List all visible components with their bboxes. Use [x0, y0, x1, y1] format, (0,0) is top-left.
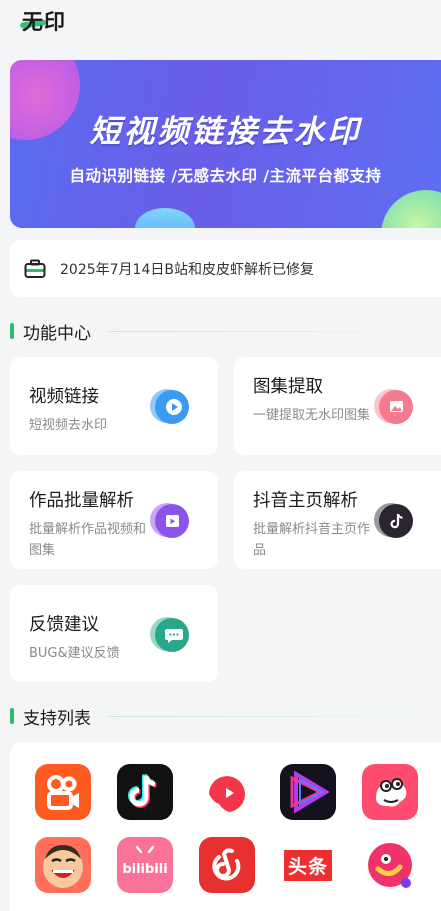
zuiyou-icon[interactable] [35, 837, 91, 893]
section-header-features: 功能中心 [10, 320, 429, 344]
card-desc: BUG&建议反馈 [29, 646, 120, 661]
card-desc: 批量解析作品视频和图集 [29, 522, 147, 558]
pipigaoxiao-icon[interactable] [362, 837, 418, 893]
section-title: 支持列表 [23, 708, 91, 729]
netease-music-icon[interactable] [199, 837, 255, 893]
hero-banner[interactable]: 短视频链接去水印 自动识别链接 /无感去水印 /主流平台都支持 [10, 60, 441, 228]
feature-card-video-link[interactable]: 视频链接 短视频去水印 [10, 357, 218, 455]
section-divider [109, 330, 429, 332]
toutiao-icon[interactable]: 头条 [280, 837, 336, 893]
weishi-icon[interactable] [199, 764, 255, 820]
platform-grid: bilibili 头条 [10, 742, 441, 911]
section-accent [10, 323, 14, 339]
image-icon [374, 389, 413, 424]
card-title: 图集提取 [253, 377, 323, 397]
douyin-icon[interactable] [117, 764, 173, 820]
card-desc: 短视频去水印 [29, 418, 108, 433]
toutiao-label: 头条 [283, 849, 332, 881]
card-title: 反馈建议 [29, 615, 99, 635]
video-folder-icon [150, 503, 189, 538]
douyin-icon [374, 503, 413, 538]
card-title: 视频链接 [29, 387, 99, 407]
haokan-icon[interactable] [280, 764, 336, 820]
card-title: 抖音主页解析 [253, 491, 358, 511]
section-header-support: 支持列表 [10, 705, 429, 729]
kuaishou-icon[interactable] [35, 764, 91, 820]
card-desc: 批量解析抖音主页作品 [253, 522, 371, 558]
feature-card-douyin-home[interactable]: 抖音主页解析 批量解析抖音主页作品 [234, 471, 441, 569]
section-divider [109, 715, 429, 717]
card-desc: 一键提取无水印图集 [253, 408, 371, 423]
play-icon [150, 389, 189, 424]
feature-card-gallery[interactable]: 图集提取 一键提取无水印图集 [234, 357, 441, 455]
feature-card-feedback[interactable]: 反馈建议 BUG&建议反馈 [10, 585, 218, 682]
pipixia-icon[interactable] [362, 764, 418, 820]
banner-decoration [135, 208, 195, 228]
app-title: 无印 [19, 6, 66, 36]
svg-text:bilibili: bilibili [122, 862, 167, 877]
section-accent [10, 708, 14, 724]
chat-icon [150, 617, 189, 652]
feature-card-batch-parse[interactable]: 作品批量解析 批量解析作品视频和图集 [10, 471, 218, 569]
briefcase-icon [24, 259, 46, 278]
banner-subtitle: 自动识别链接 /无感去水印 /主流平台都支持 [69, 167, 382, 185]
bilibili-icon[interactable]: bilibili [117, 837, 173, 893]
banner-decoration [381, 190, 441, 228]
section-title: 功能中心 [23, 323, 91, 344]
card-title: 作品批量解析 [29, 491, 134, 511]
banner-title: 短视频链接去水印 [89, 114, 362, 150]
notice-bar[interactable]: 2025年7月14日B站和皮皮虾解析已修复 [10, 240, 441, 297]
notice-text: 2025年7月14日B站和皮皮虾解析已修复 [60, 261, 314, 278]
